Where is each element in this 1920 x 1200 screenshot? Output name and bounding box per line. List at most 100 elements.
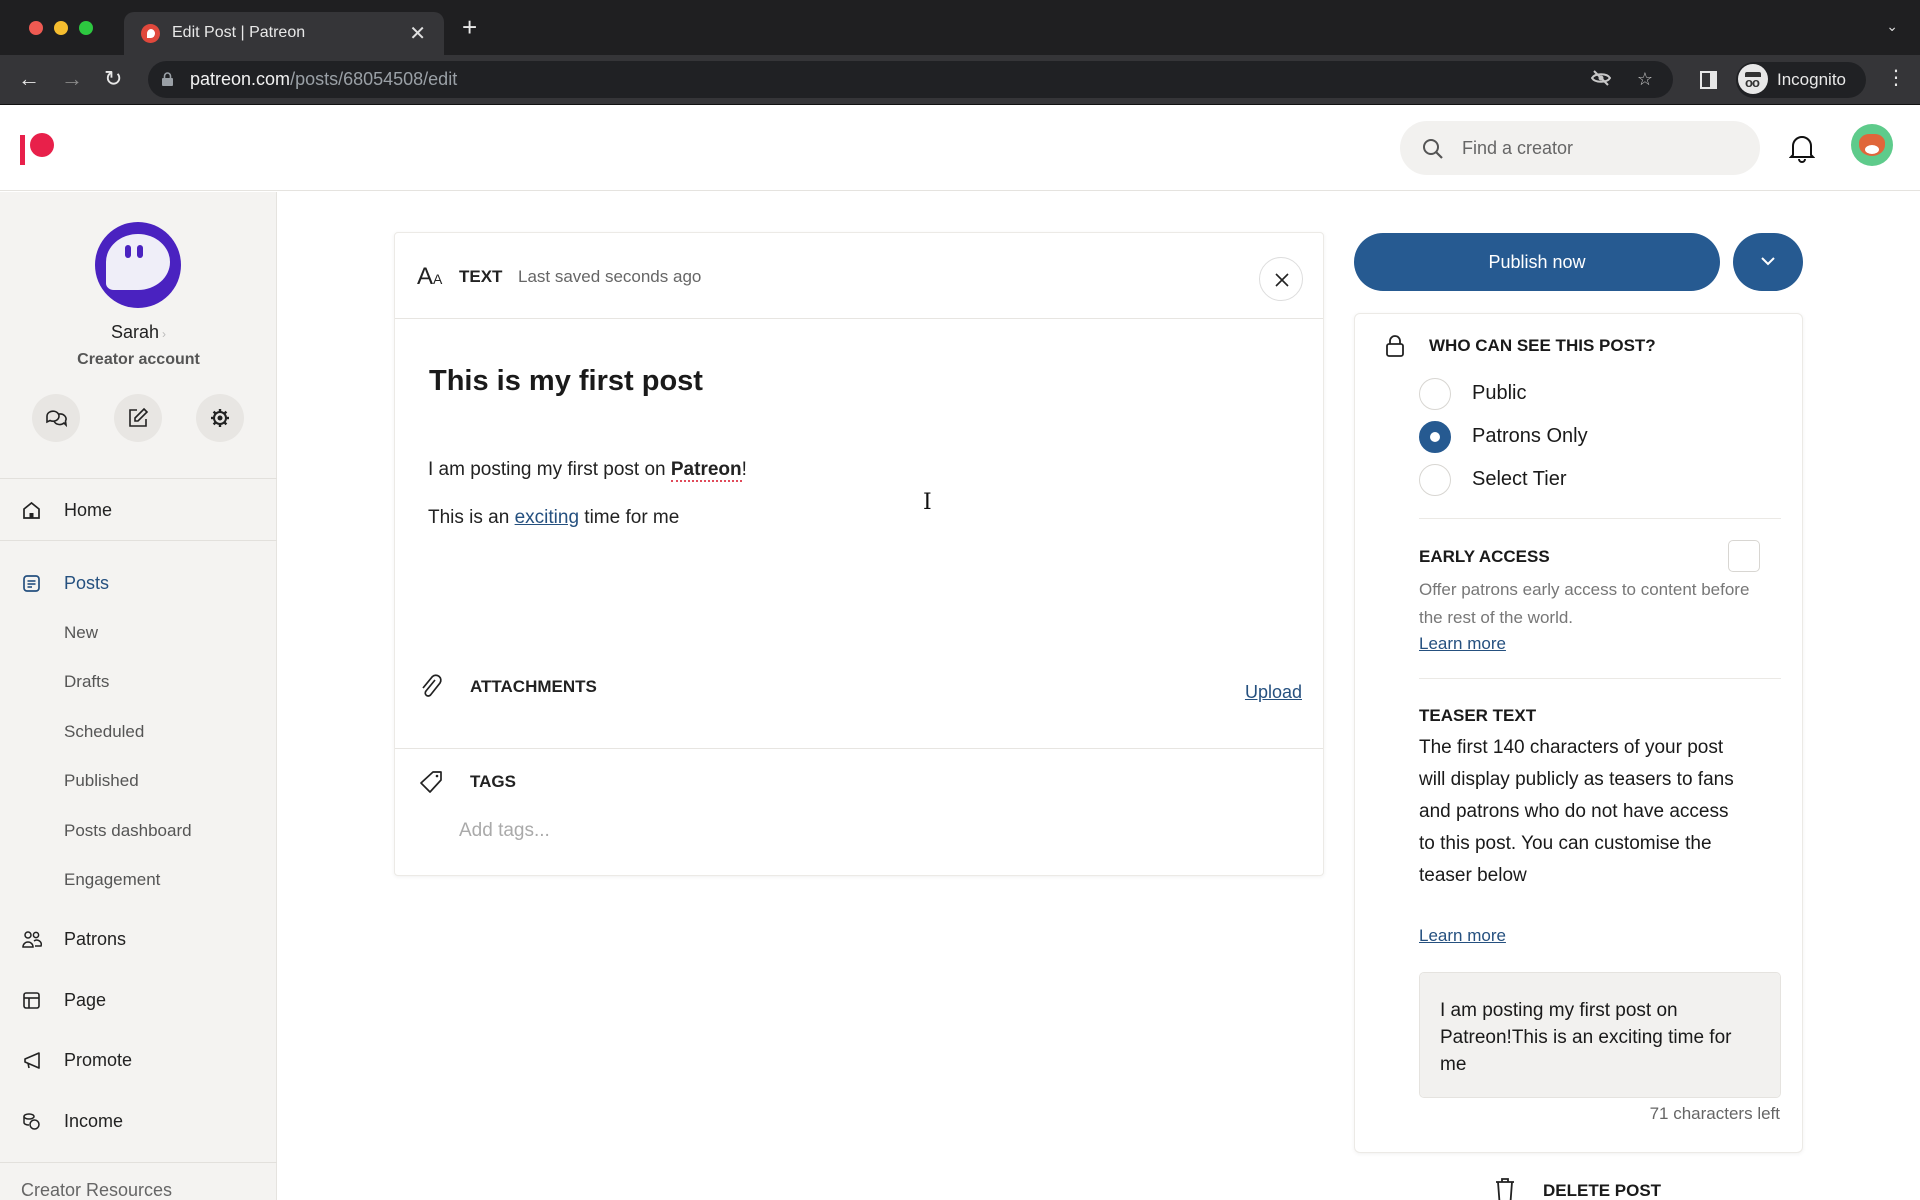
create-post-button[interactable] xyxy=(114,394,162,442)
patreon-favicon-icon xyxy=(141,24,160,43)
post-body-paragraph[interactable]: I am posting my first post on Patreon! xyxy=(428,459,747,482)
radio-select-tier[interactable] xyxy=(1419,464,1451,496)
sidebar-item-posts[interactable]: Posts xyxy=(0,563,277,603)
misspelled-word: Patreon xyxy=(670,459,742,482)
teaser-text-input[interactable]: I am posting my first post on Patreon!Th… xyxy=(1419,972,1781,1098)
teaser-text-heading: TEASER TEXT xyxy=(1419,706,1537,725)
sidebar-subitem-drafts[interactable]: Drafts xyxy=(64,672,109,692)
new-tab-button[interactable]: + xyxy=(462,14,477,40)
delete-post-button[interactable]: DELETE POST xyxy=(1493,1177,1693,1200)
bookmark-star-icon[interactable]: ☆ xyxy=(1637,69,1653,90)
early-access-learn-more-link[interactable]: Learn more xyxy=(1419,634,1506,654)
settings-button[interactable] xyxy=(196,394,244,442)
text-format-icon: AA xyxy=(417,263,443,290)
browser-menu-icon[interactable]: ⋮ xyxy=(1886,65,1906,90)
incognito-icon xyxy=(1738,64,1768,94)
eye-slash-icon[interactable] xyxy=(1590,69,1612,92)
back-arrow-icon[interactable]: ← xyxy=(18,66,40,92)
text-cursor-icon: I xyxy=(923,490,932,515)
post-settings-panel: WHO CAN SEE THIS POST? Public Patrons On… xyxy=(1354,313,1803,1153)
close-icon xyxy=(1275,273,1289,287)
window-minimize-button[interactable] xyxy=(54,21,68,35)
sidebar-subitem-posts-dashboard[interactable]: Posts dashboard xyxy=(64,821,192,841)
page-layout-icon xyxy=(23,992,40,1009)
visibility-option-patrons-only[interactable]: Patrons Only xyxy=(1419,420,1719,454)
gear-icon xyxy=(211,409,229,427)
teaser-text-description: The first 140 characters of your post wi… xyxy=(1419,737,1734,886)
patrons-icon xyxy=(22,931,42,948)
notifications-bell-icon[interactable] xyxy=(1789,133,1815,163)
attachments-label: ATTACHMENTS xyxy=(470,677,597,696)
sidebar-divider xyxy=(0,540,277,541)
chevron-down-icon xyxy=(1761,257,1775,266)
sidebar-item-income[interactable]: Income xyxy=(0,1101,277,1141)
messages-button[interactable] xyxy=(32,394,80,442)
radio-public[interactable] xyxy=(1419,378,1451,410)
tab-close-icon[interactable]: ✕ xyxy=(409,21,426,46)
body-link[interactable]: exciting xyxy=(515,507,579,528)
creator-avatar[interactable] xyxy=(95,222,181,308)
home-icon xyxy=(23,501,40,519)
address-bar[interactable]: patreon.com/posts/68054508/edit ☆ xyxy=(148,61,1673,98)
search-input[interactable] xyxy=(1462,121,1742,175)
sidebar-item-patrons[interactable]: Patrons xyxy=(0,919,277,959)
edit-icon xyxy=(129,407,149,427)
post-type-label: TEXT xyxy=(459,267,503,286)
post-title[interactable]: This is my first post xyxy=(429,365,703,398)
browser-tab[interactable]: Edit Post | Patreon ✕ xyxy=(124,12,444,55)
forward-arrow-icon[interactable]: → xyxy=(61,66,83,92)
sidebar-subitem-new[interactable]: New xyxy=(64,623,98,643)
post-body-paragraph[interactable]: This is an exciting time for me xyxy=(428,507,679,529)
early-access-checkbox[interactable] xyxy=(1728,540,1760,572)
tags-input[interactable] xyxy=(459,811,1059,851)
paperclip-icon xyxy=(422,674,442,697)
visibility-option-public[interactable]: Public xyxy=(1419,377,1719,411)
patreon-logo[interactable] xyxy=(20,133,56,167)
editor-divider xyxy=(395,748,1323,749)
visibility-option-select-tier[interactable]: Select Tier xyxy=(1419,463,1719,497)
chevron-right-icon: › xyxy=(162,327,167,341)
early-access-heading: EARLY ACCESS xyxy=(1419,547,1550,566)
sidebar-subitem-engagement[interactable]: Engagement xyxy=(64,870,160,890)
post-editor: AA TEXT Last saved seconds ago This is m… xyxy=(394,232,1324,876)
window-close-button[interactable] xyxy=(29,21,43,35)
tab-search-chevron-icon[interactable]: ⌄ xyxy=(1886,18,1898,35)
window-maximize-button[interactable] xyxy=(79,21,93,35)
sidebar-item-home[interactable]: Home xyxy=(0,490,277,530)
sidebar: Sarah › Creator account Home Posts New Dr… xyxy=(0,192,277,1200)
publish-now-button[interactable]: Publish now xyxy=(1354,233,1720,291)
tag-icon xyxy=(420,771,442,793)
sidebar-item-promote[interactable]: Promote xyxy=(0,1040,277,1080)
upload-link[interactable]: Upload xyxy=(1245,682,1302,703)
teaser-learn-more-link[interactable]: Learn more xyxy=(1419,926,1506,946)
creator-name[interactable]: Sarah › xyxy=(0,322,277,343)
incognito-profile-button[interactable]: Incognito xyxy=(1736,62,1866,98)
search-icon xyxy=(1423,139,1443,159)
lock-icon xyxy=(162,72,173,86)
visibility-heading: WHO CAN SEE THIS POST? xyxy=(1429,336,1656,355)
chat-bubbles-icon xyxy=(46,410,67,428)
publish-options-button[interactable] xyxy=(1733,233,1803,291)
url-text: patreon.com/posts/68054508/edit xyxy=(190,69,458,89)
sidebar-subitem-scheduled[interactable]: Scheduled xyxy=(64,722,144,742)
user-avatar[interactable] xyxy=(1851,124,1893,166)
sidebar-subitem-published[interactable]: Published xyxy=(64,771,139,791)
browser-toolbar: ← → ↻ patreon.com/posts/68054508/edit ☆ … xyxy=(0,55,1920,105)
settings-divider xyxy=(1419,518,1781,519)
radio-patrons-only[interactable] xyxy=(1419,421,1451,453)
tags-label: TAGS xyxy=(470,772,516,791)
tab-title: Edit Post | Patreon xyxy=(172,24,306,41)
lock-icon xyxy=(1386,335,1404,357)
creator-search[interactable] xyxy=(1400,121,1760,175)
sidebar-divider xyxy=(0,478,277,479)
sidebar-item-page[interactable]: Page xyxy=(0,980,277,1020)
posts-icon xyxy=(23,575,40,592)
coins-icon xyxy=(23,1113,40,1130)
creator-resources-link[interactable]: Creator Resources xyxy=(21,1180,172,1200)
reload-icon[interactable]: ↻ xyxy=(104,66,122,92)
early-access-description: Offer patrons early access to content be… xyxy=(1419,580,1750,627)
browser-tab-bar: Edit Post | Patreon ✕ + ⌄ xyxy=(0,0,1920,55)
creator-account-type: Creator account xyxy=(77,351,200,368)
side-panel-icon[interactable] xyxy=(1700,71,1717,89)
close-editor-button[interactable] xyxy=(1259,257,1303,301)
